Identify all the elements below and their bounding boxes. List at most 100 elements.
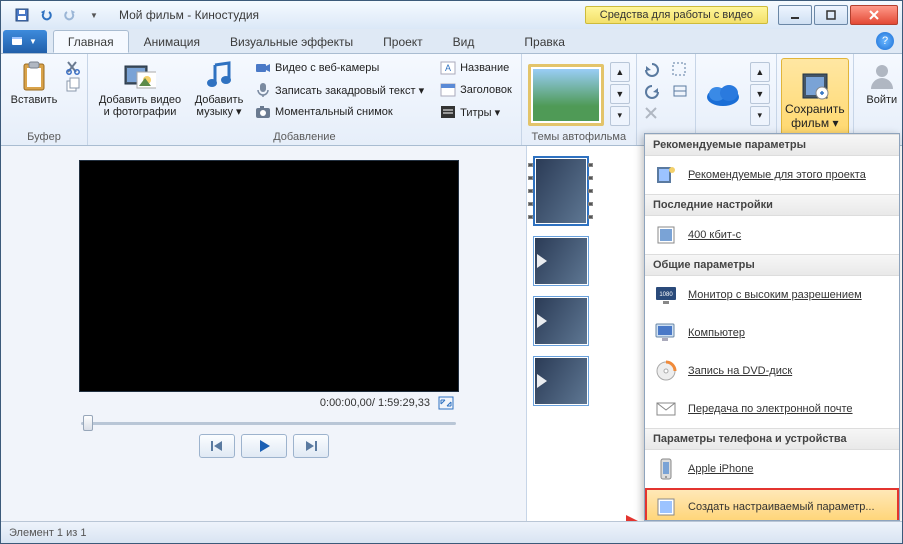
qat-undo-icon[interactable] bbox=[35, 4, 57, 26]
clip-2[interactable] bbox=[533, 236, 589, 286]
main-window: ▼ Мой фильм - Киностудия Средства для ра… bbox=[0, 0, 903, 544]
save-movie-label: Сохранить фильм ▾ bbox=[785, 102, 845, 130]
tab-visual-effects[interactable]: Визуальные эффекты bbox=[215, 30, 368, 53]
dd-item-computer[interactable]: Компьютер bbox=[645, 314, 899, 352]
paste-button[interactable]: Вставить bbox=[7, 57, 61, 109]
dd-item-custom-setting[interactable]: Создать настраиваемый параметр... bbox=[645, 488, 899, 521]
gallery-more-button[interactable]: ▾ bbox=[610, 106, 630, 126]
webcam-icon bbox=[255, 61, 271, 75]
select-all-icon[interactable] bbox=[671, 61, 689, 77]
help-button[interactable]: ? bbox=[876, 32, 894, 50]
group-add: Добавить видео и фотографии Добавить муз… bbox=[88, 54, 522, 145]
delete-icon[interactable] bbox=[643, 105, 661, 121]
svg-text:A: A bbox=[445, 63, 451, 73]
header-icon bbox=[440, 83, 456, 97]
dd-item-dvd[interactable]: Запись на DVD-диск bbox=[645, 352, 899, 390]
add-video-photos-button[interactable]: Добавить видео и фотографии bbox=[94, 57, 186, 121]
rotate-right-icon[interactable] bbox=[643, 83, 661, 99]
film-setting-icon bbox=[654, 223, 678, 247]
tab-animation[interactable]: Анимация bbox=[129, 30, 215, 53]
clip-1[interactable] bbox=[533, 156, 589, 226]
fullscreen-icon[interactable] bbox=[438, 396, 454, 410]
dd-section-recent: Последние настройки bbox=[645, 194, 899, 216]
group-clipboard-label: Буфер bbox=[7, 130, 81, 143]
maximize-button[interactable] bbox=[814, 5, 848, 25]
share-gallery-more[interactable]: ▾ bbox=[750, 106, 770, 126]
user-icon bbox=[866, 60, 898, 92]
video-preview[interactable] bbox=[79, 160, 459, 392]
qat-customize-icon[interactable]: ▼ bbox=[83, 4, 105, 26]
cut-icon[interactable] bbox=[65, 59, 81, 75]
voiceover-button[interactable]: Записать закадровый текст ▾ bbox=[252, 79, 427, 101]
camera-icon bbox=[255, 105, 271, 119]
group-add-label: Добавление bbox=[94, 130, 515, 143]
qat-redo-icon[interactable] bbox=[59, 4, 81, 26]
dd-item-hd-monitor[interactable]: 1080 Монитор с высоким разрешением bbox=[645, 276, 899, 314]
gallery-up-button[interactable]: ▲ bbox=[610, 62, 630, 82]
qat-save-icon[interactable] bbox=[11, 4, 33, 26]
clip-4[interactable] bbox=[533, 356, 589, 406]
dd-section-common: Общие параметры bbox=[645, 254, 899, 276]
automovie-theme-gallery[interactable] bbox=[528, 64, 604, 126]
signin-label: Войти bbox=[866, 94, 897, 106]
microphone-icon bbox=[255, 82, 271, 98]
file-menu-button[interactable]: ▼ bbox=[3, 30, 47, 53]
webcam-video-button[interactable]: Видео с веб-камеры bbox=[252, 57, 427, 79]
group-edit-misc bbox=[637, 54, 696, 145]
share-gallery-down[interactable]: ▼ bbox=[750, 84, 770, 104]
save-movie-button[interactable]: Сохранить фильм ▾ bbox=[781, 58, 849, 141]
dvd-icon bbox=[654, 359, 678, 383]
paste-label: Вставить bbox=[11, 94, 58, 106]
dd-item-iphone[interactable]: Apple iPhone bbox=[645, 450, 899, 488]
tool-icon[interactable] bbox=[671, 83, 689, 99]
gallery-down-button[interactable]: ▼ bbox=[610, 84, 630, 104]
snapshot-button[interactable]: Моментальный снимок bbox=[252, 101, 427, 123]
custom-setting-icon bbox=[654, 495, 678, 519]
onedrive-button[interactable] bbox=[702, 81, 744, 107]
time-text: 0:00:00,00/ 1:59:29,33 bbox=[320, 397, 430, 409]
film-sparkle-icon bbox=[654, 163, 678, 187]
dd-item-recommended-project[interactable]: Рекомендуемые для этого проекта bbox=[645, 156, 899, 194]
dd-item-400kbit[interactable]: 400 кбит-с bbox=[645, 216, 899, 254]
group-save: Сохранить фильм ▾ bbox=[777, 54, 854, 145]
titlebar: ▼ Мой фильм - Киностудия Средства для ра… bbox=[1, 1, 902, 29]
group-clipboard: Вставить Буфер bbox=[1, 54, 88, 145]
computer-icon bbox=[654, 321, 678, 345]
add-video-label: Добавить видео и фотографии bbox=[97, 94, 183, 118]
credits-icon bbox=[440, 105, 456, 119]
film-photo-icon bbox=[124, 60, 156, 92]
email-icon bbox=[654, 397, 678, 421]
share-gallery-up[interactable]: ▲ bbox=[750, 62, 770, 82]
seek-slider[interactable] bbox=[81, 418, 456, 428]
clip-3[interactable] bbox=[533, 296, 589, 346]
clipboard-icon bbox=[18, 60, 50, 92]
header-button[interactable]: Заголовок bbox=[437, 79, 515, 101]
playback-controls bbox=[11, 434, 516, 458]
group-themes-label: Темы автофильма bbox=[528, 130, 630, 143]
dd-item-email[interactable]: Передача по электронной почте bbox=[645, 390, 899, 428]
prev-frame-button[interactable] bbox=[199, 434, 235, 458]
window-title: Мой фильм - Киностудия bbox=[119, 8, 259, 22]
play-button[interactable] bbox=[241, 434, 287, 458]
next-frame-button[interactable] bbox=[293, 434, 329, 458]
tab-view[interactable]: Вид bbox=[438, 30, 490, 53]
ribbon-tabs: ▼ Главная Анимация Визуальные эффекты Пр… bbox=[1, 29, 902, 54]
signin-button[interactable]: Войти bbox=[860, 57, 903, 109]
minimize-button[interactable] bbox=[778, 5, 812, 25]
dd-section-phone: Параметры телефона и устройства bbox=[645, 428, 899, 450]
window-controls bbox=[778, 5, 898, 25]
close-button[interactable] bbox=[850, 5, 898, 25]
save-movie-dropdown: Рекомендуемые параметры Рекомендуемые дл… bbox=[644, 133, 900, 521]
title-button[interactable]: AНазвание bbox=[437, 57, 515, 79]
tab-project[interactable]: Проект bbox=[368, 30, 438, 53]
copy-icon[interactable] bbox=[65, 77, 81, 93]
tab-home[interactable]: Главная bbox=[53, 30, 129, 53]
rotate-left-icon[interactable] bbox=[643, 61, 661, 77]
group-themes: ▲ ▼ ▾ Темы автофильма bbox=[522, 54, 637, 145]
quick-access-toolbar: ▼ bbox=[5, 4, 111, 26]
music-note-icon bbox=[203, 60, 235, 92]
tab-edit[interactable]: Правка bbox=[509, 30, 580, 53]
credits-button[interactable]: Титры ▾ bbox=[437, 101, 515, 123]
add-music-button[interactable]: Добавить музыку ▾ bbox=[190, 57, 248, 121]
status-element-count: Элемент 1 из 1 bbox=[9, 527, 86, 539]
